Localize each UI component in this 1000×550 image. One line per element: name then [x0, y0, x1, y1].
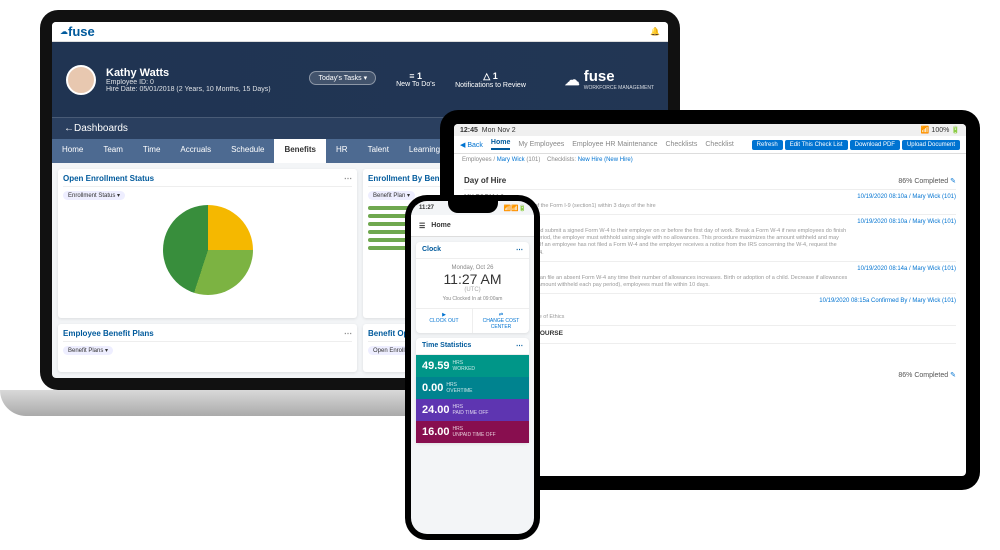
hero-banner: Kathy Watts Employee ID: 0 Hire Date: 05… — [52, 42, 668, 117]
card-menu-icon[interactable]: ⋯ — [516, 342, 523, 350]
tablet-date: Mon Nov 2 — [482, 127, 516, 134]
phone-notch — [448, 201, 498, 213]
battery-icon: 🔋 — [519, 205, 526, 212]
hero-stats: Today's Tasks ▾ ≡ 1 New To Do's △ 1 Noti… — [281, 71, 555, 89]
navtab-home[interactable]: Home — [491, 139, 510, 150]
clock-out-button[interactable]: ▶CLOCK OUT — [416, 309, 473, 333]
stat-row: 0.00HRSOVERTIME — [416, 377, 529, 399]
section-heading: Day of Hire — [464, 176, 506, 185]
w3-title: Employee Benefit Plans — [63, 329, 154, 338]
phone-time: 11:27 — [419, 205, 434, 211]
refresh-button[interactable]: Refresh — [752, 140, 783, 150]
tab-team[interactable]: Team — [93, 139, 133, 163]
phone-header: ☰ Home — [411, 215, 534, 237]
clock-tz: (UTC) — [422, 287, 523, 293]
action-buttons: Refresh Edit This Check List Download PD… — [752, 140, 960, 150]
tab-time[interactable]: Time — [133, 139, 170, 163]
hero-brand: ☁︎ fuse WORKFORCE MANAGEMENT — [565, 68, 654, 91]
hero-brand-tag: WORKFORCE MANAGEMENT — [584, 85, 654, 91]
stat-notifs-label: Notifications to Review — [455, 82, 526, 89]
w1-menu-icon[interactable]: ⋯ — [344, 174, 352, 183]
clock-time: 11:27 AM — [422, 271, 523, 287]
stat-todos-count: 1 — [417, 71, 422, 81]
avatar[interactable] — [66, 65, 96, 95]
upload-doc-button[interactable]: Upload Document — [902, 140, 960, 150]
stat-notifs-count: 1 — [493, 71, 498, 81]
tab-hr[interactable]: HR — [326, 139, 358, 163]
edit-icon[interactable]: ✎ — [950, 371, 956, 379]
widget-enrollment-status: Open Enrollment Status ⋯ Enrollment Statu… — [58, 169, 357, 318]
change-cost-center-button[interactable]: ⇄CHANGE COST CENTER — [473, 309, 529, 333]
bell-icon[interactable]: 🔔 — [650, 27, 660, 36]
clock-msg: You Clocked In at 09:00am — [422, 296, 523, 302]
navtab-employees[interactable]: My Employees — [518, 141, 564, 148]
bc-employee-link[interactable]: Mary Wick — [497, 157, 525, 163]
edit-icon[interactable]: ✎ — [950, 177, 956, 185]
card-menu-icon[interactable]: ⋯ — [516, 246, 523, 254]
menu-icon[interactable]: ☰ — [419, 222, 425, 230]
tablet-time: 12:45 — [460, 127, 478, 134]
wifi-icon: 📶 — [921, 126, 930, 134]
tablet-nav: ◀ Back Home My Employees Employee HR Mai… — [454, 136, 966, 154]
widget-benefit-plans: Employee Benefit Plans ⋯ Benefit Plans ▾ — [58, 324, 357, 373]
phone-app: 11:27 📶📶🔋 ☰ Home Clock⋯ Monday, Oct 26 1… — [411, 201, 534, 534]
tablet-breadcrumb: Employees / Mary Wick (101) Checklists: … — [454, 154, 966, 166]
time-stats-card: Time Statistics ⋯ 49.59HRSWORKED0.00HRSOV… — [416, 338, 529, 443]
edit-checklist-button[interactable]: Edit This Check List — [785, 140, 848, 150]
tab-accruals[interactable]: Accruals — [170, 139, 221, 163]
tab-schedule[interactable]: Schedule — [221, 139, 274, 163]
stat-todos[interactable]: ≡ 1 New To Do's — [396, 71, 435, 89]
stats-title: Time Statistics — [422, 342, 471, 350]
progress-text: 86% Completed ✎ — [898, 175, 956, 187]
user-id: Employee ID: 0 — [106, 79, 271, 86]
bc-checklist-link[interactable]: New Hire (New Hire) — [578, 157, 633, 163]
w3-menu-icon[interactable]: ⋯ — [344, 329, 352, 338]
navtab-checklists[interactable]: Checklists — [665, 141, 697, 148]
navtab-hr-maint[interactable]: Employee HR Maintenance — [572, 141, 657, 148]
user-block: Kathy Watts Employee ID: 0 Hire Date: 05… — [106, 67, 271, 93]
stat-row: 16.00HRSUNPAID TIME OFF — [416, 421, 529, 443]
tab-talent[interactable]: Talent — [358, 139, 399, 163]
w3-filter[interactable]: Benefit Plans ▾ — [63, 346, 113, 355]
stat-notifs[interactable]: △ 1 Notifications to Review — [455, 71, 526, 89]
w1-filter[interactable]: Enrollment Status ▾ — [63, 191, 125, 200]
todays-tasks-button[interactable]: Today's Tasks ▾ — [309, 71, 376, 85]
battery-icon: 🔋 — [951, 126, 960, 134]
phone-device: 11:27 📶📶🔋 ☰ Home Clock⋯ Monday, Oct 26 1… — [405, 195, 540, 540]
stat-todos-label: New To Do's — [396, 81, 435, 88]
battery-pct: 100% — [931, 127, 949, 134]
pie-chart — [163, 205, 253, 295]
brand-name: fuse — [68, 24, 95, 39]
clock-title: Clock — [422, 246, 441, 254]
breadcrumb-label: Dashboards — [74, 123, 128, 134]
tablet-status-bar: 12:45 Mon Nov 2 📶 100% 🔋 — [454, 124, 966, 136]
clock-body: Monday, Oct 26 11:27 AM (UTC) You Clocke… — [416, 259, 529, 308]
navtab-checklist[interactable]: Checklist — [705, 141, 733, 148]
download-pdf-button[interactable]: Download PDF — [850, 140, 900, 150]
user-hire: Hire Date: 05/01/2018 (2 Years, 10 Month… — [106, 86, 271, 93]
logo-icon: ☁︎ — [60, 27, 68, 36]
w2-filter[interactable]: Benefit Plan ▾ — [368, 191, 415, 200]
back-button[interactable]: ◀ Back — [460, 141, 483, 149]
back-icon[interactable]: ← — [64, 123, 74, 134]
user-name: Kathy Watts — [106, 67, 271, 79]
signal-icon: 📶 — [504, 205, 511, 212]
app-header: ☁︎ fuse 🔔 — [52, 22, 668, 42]
w1-title: Open Enrollment Status — [63, 174, 154, 183]
wifi-icon: 📶 — [511, 205, 518, 212]
stat-row: 49.59HRSWORKED — [416, 355, 529, 377]
clock-actions: ▶CLOCK OUT ⇄CHANGE COST CENTER — [416, 308, 529, 333]
page-title: Home — [431, 222, 450, 229]
stat-row: 24.00HRSPAID TIME OFF — [416, 399, 529, 421]
tab-benefits[interactable]: Benefits — [274, 139, 326, 163]
stat-rows: 49.59HRSWORKED0.00HRSOVERTIME24.00HRSPAI… — [416, 355, 529, 443]
cloud-icon: ☁︎ — [565, 71, 580, 89]
hero-brand-name: fuse — [584, 68, 654, 85]
clock-card: Clock ⋯ Monday, Oct 26 11:27 AM (UTC) You… — [416, 242, 529, 333]
tab-home[interactable]: Home — [52, 139, 93, 163]
